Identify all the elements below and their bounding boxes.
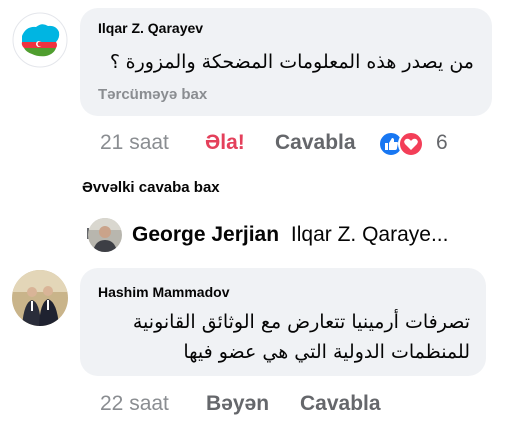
avatar-hashim[interactable] <box>12 270 68 326</box>
reply-author[interactable]: George Jerjian <box>132 223 279 246</box>
hashim-photo-icon <box>12 270 68 326</box>
avatar-george[interactable] <box>88 218 122 252</box>
like-button[interactable]: Bəyən <box>206 392 269 416</box>
avatar-ilqar[interactable] <box>12 12 68 68</box>
view-previous-replies-link[interactable]: Əvvəlki cavaba bax <box>82 179 220 196</box>
comment-text-line-2: للمنظمات الدولية التي هي عضو فيها <box>183 341 470 363</box>
comment-bubble-2[interactable]: Hashim Mammadov تصرفات أرمينيا تتعارض مع… <box>80 268 486 376</box>
comment-bubble-1[interactable]: Ilqar Z. Qarayev من يصدر هذه المعلومات ا… <box>80 8 492 116</box>
george-photo-icon <box>88 218 122 252</box>
comment-author[interactable]: Ilqar Z. Qarayev <box>98 20 203 36</box>
reply-snippet[interactable]: Ilqar Z. Qaraye... <box>291 223 449 246</box>
reaction-summary[interactable] <box>378 131 426 157</box>
comment-timestamp[interactable]: 22 saat <box>100 392 169 416</box>
azerbaijan-map-flag-icon <box>12 12 68 68</box>
translate-link[interactable]: Tərcüməyə bax <box>98 86 207 103</box>
reply-button[interactable]: Cavabla <box>300 392 381 416</box>
comment-text-line-2: ؟ <box>109 51 120 73</box>
reaction-count[interactable]: 6 <box>436 131 448 155</box>
comment-author[interactable]: Hashim Mammadov <box>98 284 229 300</box>
reaction-button[interactable]: Əla! <box>205 131 245 155</box>
comment-text-line-1: من يصدر هذه المعلومات المضحكة والمزورة <box>125 51 474 73</box>
comment-timestamp[interactable]: 21 saat <box>100 131 169 155</box>
comment-text-line-1: تصرفات أرمينيا تتعارض مع الوثائق القانون… <box>132 311 470 333</box>
love-icon <box>398 131 424 157</box>
reply-preview[interactable]: George Jerjian Ilqar Z. Qaraye... <box>132 223 448 247</box>
reply-button[interactable]: Cavabla <box>275 131 356 155</box>
